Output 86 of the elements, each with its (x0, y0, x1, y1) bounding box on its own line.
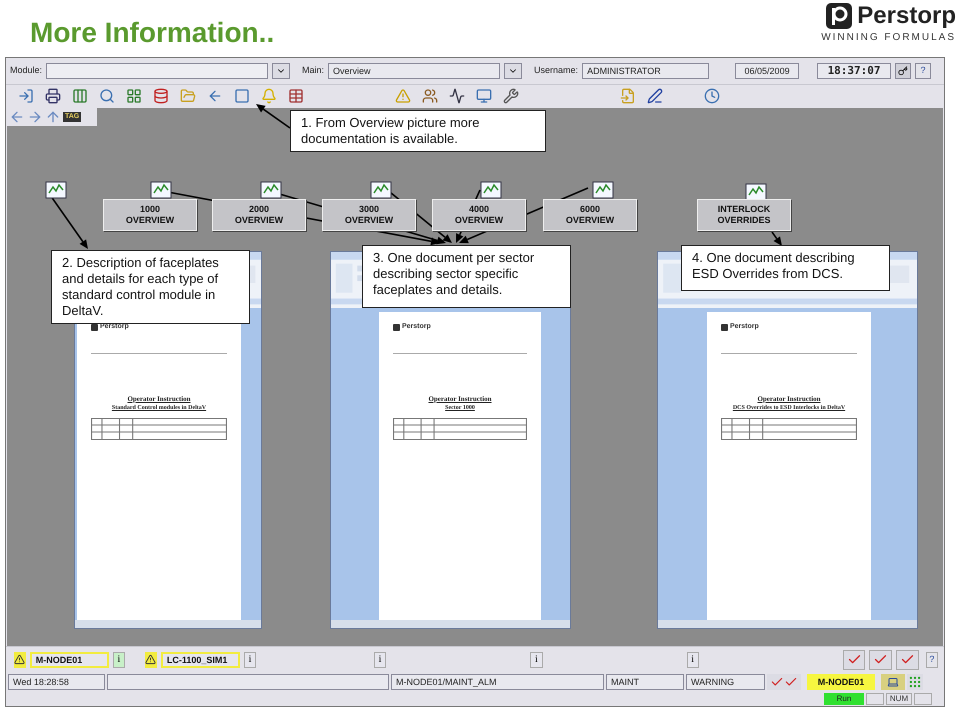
wrench-icon (502, 88, 518, 104)
table-icon (288, 88, 304, 104)
time-field: 18:37:07 (817, 62, 892, 79)
warning-icon (14, 654, 26, 666)
acknowledge-button[interactable] (869, 650, 892, 670)
callout: 4. One document describing ESD Overrides from DCS. (681, 245, 890, 291)
back-button[interactable] (9, 108, 25, 125)
warning-icon (394, 88, 410, 104)
printer-icon (44, 88, 60, 104)
status-priority: WARNING (686, 674, 765, 690)
computer-icon (887, 676, 899, 688)
key-button[interactable] (895, 62, 912, 79)
run-indicator: Run (824, 693, 864, 706)
node-button[interactable] (881, 674, 905, 690)
overview-button[interactable]: INTERLOCK OVERRIDES (697, 198, 791, 231)
status-category: MAINT (606, 674, 684, 690)
users-icon (422, 88, 438, 104)
document-icon[interactable] (745, 182, 767, 201)
info-button[interactable]: i (686, 652, 699, 668)
pen-icon (646, 88, 662, 104)
callout: 3. One document per sector describing sector specific faceplates and details. (362, 245, 571, 308)
document-icon[interactable] (370, 180, 392, 199)
overview-button[interactable]: 1000 OVERVIEW (103, 198, 197, 231)
page-title: More Information.. (29, 16, 274, 50)
main-label: Main: (302, 64, 324, 78)
callout: 1. From Overview picture more documentation is available. (290, 110, 546, 152)
info-button[interactable]: i (112, 652, 126, 668)
monitor-icon (476, 88, 492, 104)
document-icon[interactable] (480, 180, 502, 199)
document-icon[interactable] (592, 180, 614, 199)
date-field: 06/05/2009 (735, 62, 800, 79)
grid-button[interactable] (907, 674, 923, 690)
waveform-icon (448, 88, 464, 104)
database-icon (152, 88, 168, 104)
main-field: Overview (328, 62, 500, 79)
folder-icon (180, 88, 196, 104)
dropdown-button[interactable] (504, 62, 522, 79)
bell-icon (260, 88, 276, 104)
acknowledge-button[interactable] (896, 650, 919, 670)
arrow (771, 231, 782, 246)
overview-button[interactable]: 4000 OVERVIEW (432, 198, 526, 231)
callout: 2. Description of faceplates and details for each type of standard control module in DeltaV. (51, 250, 250, 324)
acknowledge-button[interactable] (842, 650, 866, 670)
square-icon (234, 88, 250, 104)
alarm-field[interactable]: M-NODE01 (30, 652, 109, 668)
up-button[interactable] (45, 108, 61, 125)
logo-icon (393, 324, 400, 331)
username-label: Username: (534, 64, 578, 78)
status-field (914, 693, 932, 706)
logo-icon (721, 324, 728, 331)
document-icon[interactable] (45, 180, 67, 199)
logo-name: Perstorp (857, 4, 956, 28)
num-indicator: NUM (886, 693, 912, 706)
document-icon[interactable] (150, 180, 172, 199)
login-icon (18, 88, 34, 104)
search-icon (98, 88, 114, 104)
up-arrow-icon (45, 108, 61, 125)
document-icon (620, 88, 636, 104)
clock-icon (704, 88, 720, 104)
status-alarm: M-NODE01/MAINT_ALM (391, 674, 604, 690)
acknowledge-button[interactable] (767, 674, 801, 690)
module-field[interactable] (46, 62, 268, 79)
status-time: Wed 18:28:58 (8, 674, 105, 690)
logo-tagline: WINNING FORMULAS (821, 31, 956, 45)
grid-icon (126, 88, 142, 104)
module-label: Module: (10, 64, 42, 78)
info-button[interactable]: i (530, 652, 543, 668)
arrow (256, 104, 290, 129)
dropdown-button[interactable] (272, 62, 290, 79)
warning-icon (145, 654, 156, 666)
dots-icon (908, 675, 922, 690)
overview-button[interactable]: 2000 OVERVIEW (212, 198, 306, 231)
node-field: M-NODE01 (807, 674, 875, 690)
username-field: ADMINISTRATOR (582, 62, 710, 79)
overview-button[interactable]: 6000 OVERVIEW (543, 198, 637, 231)
status-field (866, 693, 884, 706)
help-button[interactable]: ? (915, 62, 932, 79)
key-icon (898, 66, 908, 76)
info-button[interactable]: i (244, 652, 256, 668)
alarm-field[interactable]: LC-1100_SIM1 (160, 652, 240, 668)
help-button[interactable]: ? (926, 652, 938, 668)
info-button[interactable]: i (374, 652, 386, 668)
columns-icon (72, 88, 88, 104)
overview-button[interactable]: 3000 OVERVIEW (322, 198, 416, 231)
document-icon[interactable] (260, 180, 282, 199)
forward-button[interactable] (27, 108, 43, 125)
